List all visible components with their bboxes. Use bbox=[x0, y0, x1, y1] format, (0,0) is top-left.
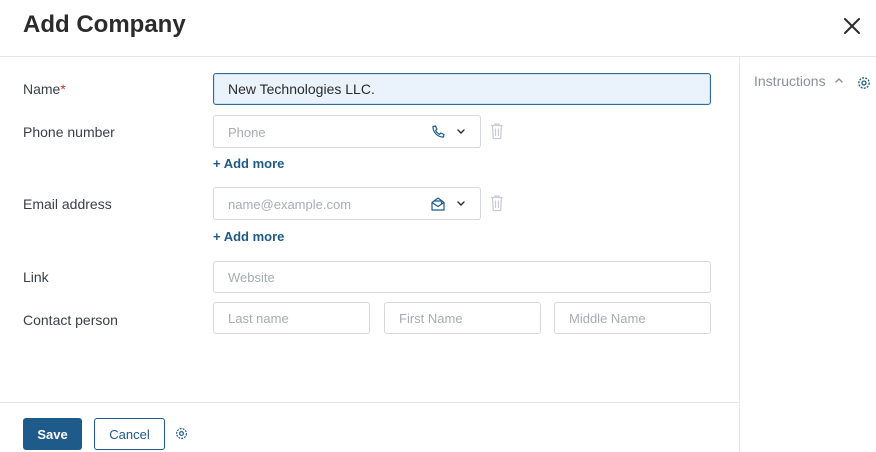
cancel-button[interactable]: Cancel bbox=[94, 418, 165, 450]
instructions-panel: Instructions bbox=[739, 57, 876, 452]
phone-icon[interactable] bbox=[430, 124, 446, 140]
phone-field[interactable]: Phone bbox=[213, 115, 481, 148]
email-label: Email address bbox=[23, 196, 112, 212]
close-icon[interactable] bbox=[840, 14, 864, 38]
instructions-toggle[interactable]: Instructions bbox=[754, 73, 826, 89]
chevron-up-icon[interactable] bbox=[834, 76, 844, 84]
middle-name-input[interactable] bbox=[554, 302, 711, 334]
contact-person-label: Contact person bbox=[23, 312, 118, 328]
gear-icon[interactable] bbox=[174, 426, 189, 441]
trash-icon[interactable] bbox=[489, 194, 505, 212]
dialog-footer: Save Cancel bbox=[0, 402, 739, 452]
website-input[interactable] bbox=[213, 261, 711, 293]
chevron-down-icon[interactable] bbox=[456, 200, 466, 208]
first-name-input[interactable] bbox=[384, 302, 541, 334]
name-input[interactable] bbox=[213, 73, 711, 105]
email-field[interactable]: name@example.com bbox=[213, 187, 481, 220]
save-button[interactable]: Save bbox=[23, 418, 82, 450]
email-placeholder: name@example.com bbox=[228, 197, 352, 212]
dialog-title: Add Company bbox=[23, 11, 186, 38]
chevron-down-icon[interactable] bbox=[456, 128, 466, 136]
required-mark: * bbox=[60, 81, 66, 97]
last-name-input[interactable] bbox=[213, 302, 370, 334]
dialog-header: Add Company bbox=[0, 0, 876, 57]
phone-add-more-link[interactable]: + Add more bbox=[213, 156, 284, 171]
trash-icon[interactable] bbox=[489, 122, 505, 140]
phone-placeholder: Phone bbox=[228, 125, 266, 140]
gear-icon[interactable] bbox=[856, 75, 872, 91]
link-label: Link bbox=[23, 269, 49, 285]
email-add-more-link[interactable]: + Add more bbox=[213, 229, 284, 244]
name-label: Name* bbox=[23, 81, 66, 97]
phone-label: Phone number bbox=[23, 124, 115, 140]
envelope-icon[interactable] bbox=[430, 196, 446, 212]
